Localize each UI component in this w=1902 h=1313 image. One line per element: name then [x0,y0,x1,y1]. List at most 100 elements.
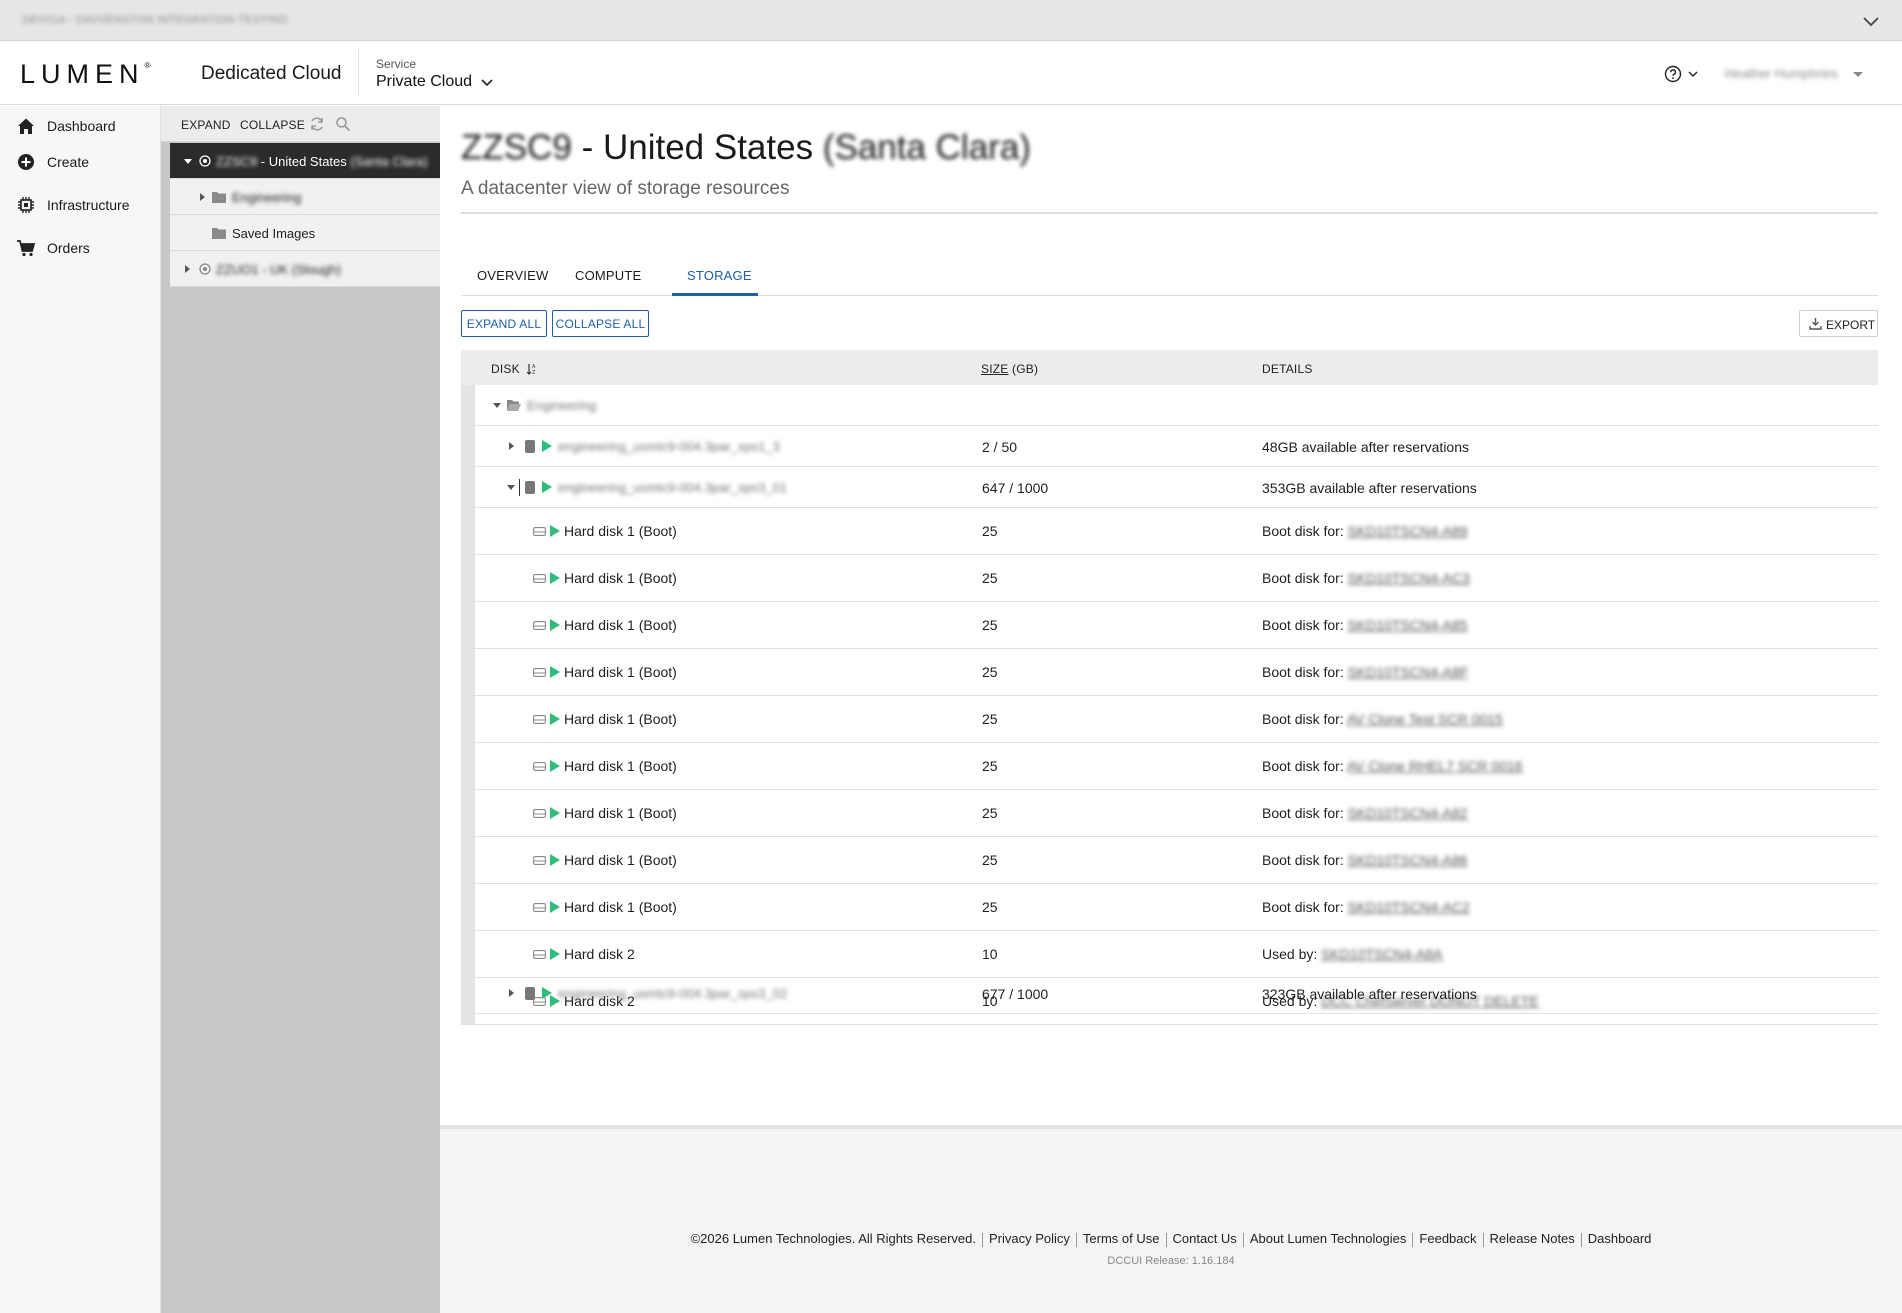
datastore-size: 677 / 1000 [982,986,1049,1002]
vm-link[interactable]: SKD10TSCN4-A8F [1348,664,1469,680]
disk-details: Boot disk for: SKD10TSCN4-A86 [1262,852,1468,868]
caret-down-icon[interactable] [184,159,192,164]
table-row-disk[interactable]: Hard disk 1 (Boot) 25 Boot disk for: SKD10… [461,837,1878,884]
tree-toolbar: EXPAND COLLAPSE [161,106,440,142]
table-row-disk[interactable]: Hard disk 1 (Boot) 25 Boot disk for: SKD10… [461,508,1878,555]
vm-link[interactable]: SKD10TSCN4-A82 [1348,805,1468,821]
hard-disk-icon [533,903,546,912]
footer-link-dashboard[interactable]: Dashboard [1588,1231,1652,1246]
footer-link-privacy[interactable]: Privacy Policy [989,1231,1070,1246]
nav-item-label: Orders [47,240,90,256]
hard-disk-icon [533,527,546,536]
disk-size: 25 [982,758,998,774]
footer-link-feedback[interactable]: Feedback [1419,1231,1476,1246]
caret-down-icon[interactable] [493,403,501,408]
tree-item-saved-images[interactable]: Saved Images [170,215,440,251]
disk-size: 10 [982,946,998,962]
tab-bar: OVERVIEW COMPUTE STORAGE [461,256,1878,296]
caret-right-icon[interactable] [509,442,514,450]
nav-item-create[interactable]: Create [0,144,161,180]
nav-item-orders[interactable]: Orders [0,230,161,266]
caret-right-icon[interactable] [200,193,205,201]
search-icon[interactable] [335,116,351,132]
table-row-disk[interactable]: Hard disk 1 (Boot) 25 Boot disk for: SKD10… [461,602,1878,649]
footer-link-about[interactable]: About Lumen Technologies [1250,1231,1407,1246]
table-row-disk[interactable]: Hard disk 2 10 Used by: SKD10TSCN4-A8A [461,931,1878,978]
footer-link-release-notes[interactable]: Release Notes [1490,1231,1575,1246]
tab-overview[interactable]: OVERVIEW [477,268,548,283]
disk-name: Hard disk 1 (Boot) [564,617,677,633]
help-menu[interactable] [1664,63,1704,85]
status-running-icon [542,481,552,493]
table-row-disk[interactable]: Hard disk 1 (Boot) 25 Boot disk for: AV Cl… [461,743,1878,790]
table-header: DISK AZ SIZE (GB) DETAILS [461,350,1878,385]
divider [461,212,1878,214]
caret-down-icon [1853,72,1863,77]
table-row-disk[interactable]: Hard disk 1 (Boot) 25 Boot disk for: SKD10… [461,555,1878,602]
user-menu[interactable]: Heather Humphries [1725,66,1838,81]
row-gutter [461,649,475,695]
expand-all-button[interactable]: EXPAND ALL [461,310,547,337]
tree-item-folder[interactable]: Engineering [170,179,440,215]
hard-disk-icon [533,762,546,771]
vm-link[interactable]: AV Clone RHEL7 SCR 0016 [1347,758,1523,774]
tab-storage[interactable]: STORAGE [687,268,752,283]
caret-right-icon[interactable] [185,265,190,273]
table-row-disk[interactable]: Hard disk 1 (Boot) 25 Boot disk for: SKD10… [461,790,1878,837]
vm-link[interactable]: AV Clone Test SCR 0015 [1347,711,1503,727]
caret-right-icon[interactable] [509,989,514,997]
row-gutter [461,385,475,425]
row-gutter [461,508,475,554]
nav-item-infrastructure[interactable]: Infrastructure [0,187,161,223]
vm-link[interactable]: SKD10TSCN4-A85 [1348,617,1468,633]
table-row-datastore[interactable]: engineering_usmtc9-004.3par_sps3_02 677 … [461,973,1878,1014]
footer-link-contact[interactable]: Contact Us [1173,1231,1237,1246]
hard-disk-icon [533,621,546,630]
nav-item-label: Create [47,154,90,170]
collapse-all-button[interactable]: COLLAPSE ALL [552,310,649,337]
disk-size: 25 [982,805,998,821]
status-running-icon [542,440,552,452]
tree-expand-button[interactable]: EXPAND [181,118,231,132]
export-button[interactable]: EXPORT [1799,310,1878,337]
status-running-icon [550,854,560,866]
hard-disk-icon [533,950,546,959]
caret-down-icon[interactable] [507,485,515,490]
column-details: DETAILS [1262,362,1313,376]
disk-details: Boot disk for: SKD10TSCN4-AC3 [1262,570,1470,586]
vm-link[interactable]: SKD10TSCN4-A89 [1348,523,1468,539]
row-gutter [461,884,475,930]
vm-link[interactable]: SKD10TSCN4-A86 [1348,852,1468,868]
table-row-datastore[interactable]: engineering_usmtc9-004.3par_sps1_3 2 / 5… [461,426,1878,467]
tree-collapse-button[interactable]: COLLAPSE [240,118,305,132]
status-running-icon [542,987,552,999]
chevron-down-icon [1688,71,1698,77]
tree-item-datacenter[interactable]: ZZSC9 - United States (Santa Clara) [170,143,440,179]
table-row-disk[interactable]: Hard disk 1 (Boot) 25 Boot disk for: SKD10… [461,884,1878,931]
footer-link-terms[interactable]: Terms of Use [1083,1231,1160,1246]
column-disk[interactable]: DISK AZ [491,362,538,376]
refresh-icon[interactable] [309,116,325,132]
status-running-icon [550,619,560,631]
vm-link[interactable]: SKD10TSCN4-A8A [1321,946,1442,962]
footer-links: ©2026 Lumen Technologies. All Rights Res… [440,1231,1902,1247]
row-gutter [461,931,475,977]
row-gutter [461,743,475,789]
status-running-icon [550,760,560,772]
disk-details: Boot disk for: AV Clone Test SCR 0015 [1262,711,1503,727]
vm-link[interactable]: SKD10TSCN4-AC2 [1348,899,1470,915]
disk-details: Boot disk for: SKD10TSCN4-A85 [1262,617,1468,633]
table-row-datastore[interactable]: engineering_usmtc9-004.3par_sps3_01 647 … [461,467,1878,508]
tree-item-datacenter[interactable]: ZZUO1 - UK (Slough) [170,251,440,287]
lumen-logo[interactable]: LUMEN® [20,59,150,90]
tab-compute[interactable]: COMPUTE [575,268,641,283]
nav-item-dashboard[interactable]: Dashboard [0,108,161,144]
datacenter-tree: EXPAND COLLAPSE ZZSC9 - United States (S… [161,106,440,1313]
service-selector[interactable]: Service Private Cloud [358,49,498,97]
chevron-down-icon[interactable] [1862,12,1880,30]
target-icon [199,155,211,167]
table-row-disk[interactable]: Hard disk 1 (Boot) 25 Boot disk for: AV Cl… [461,696,1878,743]
table-row-group[interactable]: Engineering [461,385,1878,426]
vm-link[interactable]: SKD10TSCN4-AC3 [1348,570,1470,586]
table-row-disk[interactable]: Hard disk 1 (Boot) 25 Boot disk for: SKD10… [461,649,1878,696]
